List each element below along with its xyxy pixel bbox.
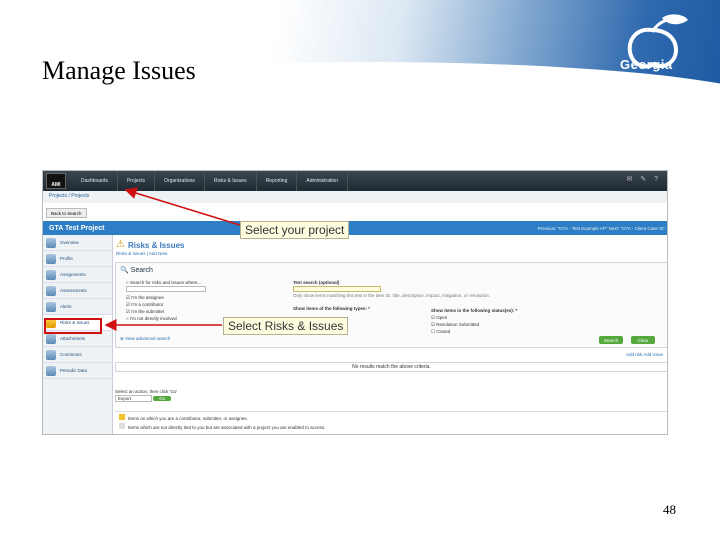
not-involved-radio[interactable]: ○ I'm not directly involved <box>126 315 206 322</box>
add-links[interactable]: Add risk Add issue <box>626 352 663 357</box>
legend-direct: Items on which you are a contributor, su… <box>119 414 664 423</box>
ami-logo: AMI <box>46 173 66 189</box>
comments-icon <box>46 349 56 360</box>
project-title: GTA Test Project <box>49 224 105 232</box>
search-title: 🔍 Search <box>120 267 153 274</box>
search-panel: 🔍 Search ○ Search for risks and issues w… <box>115 262 667 348</box>
attachments-icon <box>46 333 56 344</box>
logo-text: Georgia <box>620 57 673 72</box>
sidebar-item-assessments[interactable]: Assessments <box>43 283 112 299</box>
assignments-icon <box>46 269 56 280</box>
text-search-help: Only show items matching this text in th… <box>293 293 490 298</box>
legend-associated: Items which are not directly tied to you… <box>119 423 664 432</box>
sidebar-item-alerts[interactable]: Alerts <box>43 299 112 315</box>
contributor-checkbox[interactable]: ☑ I'm a contributor <box>126 301 206 308</box>
status-resolution-checkbox[interactable]: ☑ Resolution Submitted <box>431 321 517 328</box>
sidebar-item-periodic-data[interactable]: Periodic Data <box>43 363 112 379</box>
status-group: Show items in the following status(es): … <box>431 307 517 335</box>
risks-title: Risks & Issues <box>128 241 185 250</box>
no-results-message: No results match the above criteria. <box>115 362 667 372</box>
submitter-checkbox[interactable]: ☑ I'm the submitter <box>126 308 206 315</box>
app-screenshot: AMI Dashboards Projects Organizations Ri… <box>42 170 668 435</box>
go-button[interactable]: Go <box>153 396 172 401</box>
profile-icon <box>46 253 56 264</box>
overview-icon <box>46 237 56 248</box>
clear-button[interactable]: Clear <box>631 336 655 344</box>
nav-tab-organizations[interactable]: Organizations <box>155 171 205 191</box>
nav-tab-reporting[interactable]: Reporting <box>257 171 298 191</box>
page-number: 48 <box>663 502 676 517</box>
risks-tabs[interactable]: Risks & Issues | Add New <box>116 251 167 256</box>
toolbar-icons[interactable]: ✉ ✎ ? <box>626 175 661 183</box>
back-to-search-button[interactable]: Back to Search <box>46 208 87 218</box>
project-header: GTA Test Project Previous: "GTA - Test E… <box>43 221 667 235</box>
slide-title: Manage Issues <box>42 56 196 85</box>
assignee-checkbox[interactable]: ☑ I'm the assignee <box>126 294 206 301</box>
sidebar-item-overview[interactable]: Overview <box>43 235 112 251</box>
sidebar-item-assignments[interactable]: Assignments <box>43 267 112 283</box>
callout-select-project: Select your project <box>240 221 350 239</box>
action-select[interactable]: Export <box>115 395 153 402</box>
sidebar-item-profile[interactable]: Profile <box>43 251 112 267</box>
nav-tab-projects[interactable]: Projects <box>118 171 156 191</box>
text-search-label: Text search (optional) <box>293 280 340 285</box>
action-selector: Select an action, then click 'Go' Export… <box>115 389 178 402</box>
legend: Items on which you are a contributor, su… <box>115 411 667 432</box>
nav-tab-administration[interactable]: Administration <box>297 171 349 191</box>
alerts-icon <box>46 301 56 312</box>
top-nav: AMI Dashboards Projects Organizations Ri… <box>43 171 667 191</box>
header-band <box>0 0 720 105</box>
risks-issues-panel: ⚠ Risks & Issues Risks & Issues | Add Ne… <box>114 235 667 434</box>
warning-icon: ⚠ <box>116 239 125 250</box>
callout-select-risks: Select Risks & Issues <box>223 317 349 335</box>
periodic-data-icon <box>46 365 56 376</box>
nav-tab-risks-issues[interactable]: Risks & Issues <box>205 171 257 191</box>
status-closed-checkbox[interactable]: ☐ Closed <box>431 328 517 335</box>
status-label: Show items in the following status(es): … <box>431 308 518 313</box>
search-criteria: ○ Search for risks and issues where... ☑… <box>126 279 206 322</box>
sidebar-item-comments[interactable]: Comments <box>43 347 112 363</box>
status-open-checkbox[interactable]: ☑ Open <box>431 314 517 321</box>
assessments-icon <box>46 285 56 296</box>
nav-tab-dashboards[interactable]: Dashboards <box>72 171 118 191</box>
breadcrumb[interactable]: Projects / Projects <box>43 191 667 203</box>
project-nav-links[interactable]: Previous: "GTA - Test Example AP" Next: … <box>538 226 665 231</box>
project-sidebar: Overview Profile Assignments Assessments… <box>43 235 113 434</box>
scope-select[interactable] <box>126 286 206 292</box>
advanced-search-link[interactable]: ⊕ View advanced search <box>120 336 170 342</box>
risks-issues-highlight <box>44 318 102 334</box>
search-scope-radio[interactable]: ○ Search for risks and issues where... <box>126 279 206 286</box>
search-button[interactable]: Search <box>599 336 623 344</box>
